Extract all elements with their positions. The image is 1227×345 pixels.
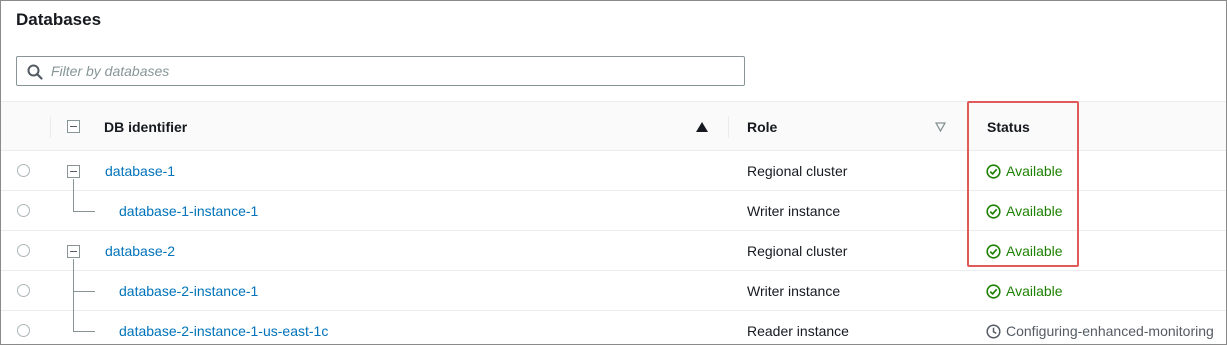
filter-input[interactable] — [51, 60, 731, 82]
tree-line — [73, 179, 74, 191]
page-title: Databases — [16, 10, 102, 29]
clock-icon — [986, 324, 1001, 339]
column-divider — [967, 116, 968, 138]
db-identifier-link[interactable]: database-1 — [105, 163, 175, 179]
row-select-radio[interactable] — [17, 284, 30, 297]
databases-panel: Databases DB identifier Role Status — [0, 0, 1227, 345]
databases-table: DB identifier Role Status database-1 Reg… — [1, 101, 1226, 344]
check-circle-icon — [986, 244, 1001, 259]
role-text: Writer instance — [747, 283, 841, 299]
table-row[interactable]: database-2 Regional cluster Available — [1, 231, 1226, 271]
role-text: Regional cluster — [747, 163, 848, 179]
column-header-role[interactable]: Role — [747, 119, 777, 135]
check-circle-icon — [986, 204, 1001, 219]
check-circle-icon — [986, 164, 1001, 179]
sort-ascending-icon[interactable] — [696, 122, 708, 132]
tree-line — [73, 191, 74, 211]
row-select-radio[interactable] — [17, 164, 30, 177]
db-identifier-link[interactable]: database-2-instance-1 — [119, 283, 258, 299]
search-icon — [27, 64, 43, 80]
role-text: Writer instance — [747, 203, 841, 219]
column-header-status[interactable]: Status — [987, 119, 1030, 135]
tree-line — [73, 259, 74, 271]
status-label: Available — [1006, 163, 1063, 179]
row-select-radio[interactable] — [17, 244, 30, 257]
collapse-icon[interactable] — [67, 245, 80, 258]
db-identifier-link[interactable]: database-2 — [105, 243, 175, 259]
column-divider — [728, 116, 729, 138]
role-text: Reader instance — [747, 323, 849, 339]
table-row[interactable]: database-2-instance-1-us-east-1c Reader … — [1, 311, 1226, 344]
table-row[interactable]: database-1 Regional cluster Available — [1, 151, 1226, 191]
filter-box[interactable] — [16, 56, 745, 86]
row-select-radio[interactable] — [17, 324, 30, 337]
table-row[interactable]: database-1-instance-1 Writer instance Av… — [1, 191, 1226, 231]
row-select-radio[interactable] — [17, 204, 30, 217]
collapse-all-icon[interactable] — [67, 120, 80, 133]
status-label: Available — [1006, 243, 1063, 259]
collapse-icon[interactable] — [67, 165, 80, 178]
db-identifier-link[interactable]: database-1-instance-1 — [119, 203, 258, 219]
table-header: DB identifier Role Status — [1, 101, 1226, 151]
status-label: Available — [1006, 283, 1063, 299]
tree-line — [73, 331, 95, 332]
status-label: Configuring-enhanced-monitoring — [1006, 323, 1214, 339]
check-circle-icon — [986, 284, 1001, 299]
role-text: Regional cluster — [747, 243, 848, 259]
column-divider — [50, 116, 51, 138]
column-header-identifier[interactable]: DB identifier — [104, 119, 187, 135]
tree-line — [73, 211, 95, 212]
tree-line — [73, 291, 95, 292]
db-identifier-link[interactable]: database-2-instance-1-us-east-1c — [119, 323, 328, 339]
sort-descending-icon[interactable] — [935, 122, 946, 132]
status-label: Available — [1006, 203, 1063, 219]
table-row[interactable]: database-2-instance-1 Writer instance Av… — [1, 271, 1226, 311]
tree-line — [73, 311, 74, 331]
